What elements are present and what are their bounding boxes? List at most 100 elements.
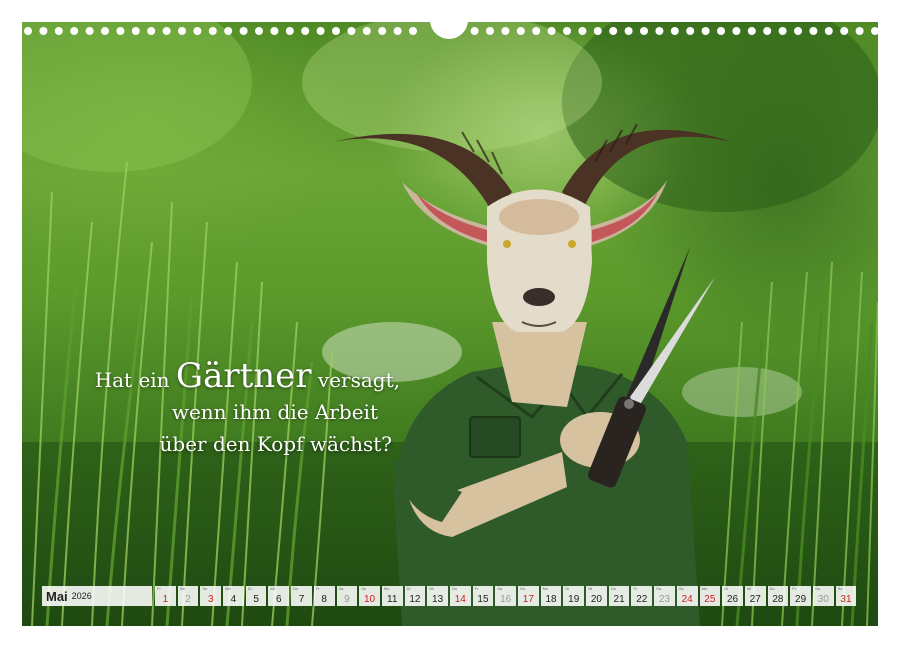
year-label: 2026 <box>72 591 92 601</box>
binding-hole <box>717 27 725 35</box>
day-number: 20 <box>586 594 607 605</box>
binding-hole <box>840 27 848 35</box>
calendar-day: Sa16 <box>495 586 516 606</box>
calendar-day: Fr 8 <box>314 586 335 606</box>
day-of-week: So <box>202 586 207 591</box>
day-of-week: Fr <box>792 586 796 591</box>
day-of-week: Sa <box>497 586 502 591</box>
spiral-binding-holes <box>0 20 899 42</box>
day-of-week: Fr <box>316 586 320 591</box>
binding-hole <box>70 27 78 35</box>
binding-hole <box>594 27 602 35</box>
day-number: 8 <box>314 594 335 605</box>
binding-hole <box>347 27 355 35</box>
month-label: Mai 2026 <box>42 586 152 606</box>
day-of-week: So <box>679 586 684 591</box>
day-of-week: Mi <box>747 586 751 591</box>
day-number: 22 <box>631 594 652 605</box>
calendar-day: Fr 29 <box>790 586 811 606</box>
calendar-day: Mo4 <box>223 586 244 606</box>
binding-hole <box>486 27 494 35</box>
day-number: 25 <box>700 594 721 605</box>
day-number: 12 <box>405 594 426 605</box>
binding-hole <box>825 27 833 35</box>
quote-word-highlight: Gärtner <box>176 356 312 396</box>
calendar-day: Mi27 <box>745 586 766 606</box>
day-of-week: Sa <box>339 586 344 591</box>
binding-hole <box>501 27 509 35</box>
quote-text: Hat ein Gärtner versagt, wenn ihm die Ar… <box>40 360 400 460</box>
binding-hole <box>270 27 278 35</box>
calendar-day: So31 <box>836 586 857 606</box>
day-number: 24 <box>677 594 698 605</box>
day-of-week: So <box>361 586 366 591</box>
day-number: 3 <box>200 594 221 605</box>
binding-hole <box>116 27 124 35</box>
day-of-week: Do <box>611 586 616 591</box>
calendar-day: Di5 <box>246 586 267 606</box>
quote-word-post: versagt, <box>318 368 400 392</box>
binding-hole <box>563 27 571 35</box>
binding-hole <box>147 27 155 35</box>
binding-hole <box>732 27 740 35</box>
day-of-week: Di <box>724 586 728 591</box>
binding-hole <box>255 27 263 35</box>
day-number: 6 <box>268 594 289 605</box>
binding-hole <box>178 27 186 35</box>
day-of-week: Mi <box>429 586 433 591</box>
day-number: 7 <box>291 594 312 605</box>
day-of-week: Sa <box>180 586 185 591</box>
day-of-week: Mo <box>384 586 390 591</box>
calendar-day: Mi6 <box>268 586 289 606</box>
binding-hole <box>748 27 756 35</box>
calendar-day: Fr22 <box>631 586 652 606</box>
day-number: 30 <box>813 594 834 605</box>
calendar-day: Do7 <box>291 586 312 606</box>
binding-hole <box>609 27 617 35</box>
calendar-day: Sa23 <box>654 586 675 606</box>
binding-hole <box>655 27 663 35</box>
day-number: 5 <box>246 594 267 605</box>
binding-hole <box>779 27 787 35</box>
day-number: 26 <box>722 594 743 605</box>
binding-hole <box>286 27 294 35</box>
quote-line-2: wenn ihm die Arbeit <box>40 396 400 428</box>
calendar-day: So 3 <box>200 586 221 606</box>
calendar-page: Hat ein Gärtner versagt, wenn ihm die Ar… <box>22 22 878 626</box>
calendar-day: So 10 <box>359 586 380 606</box>
calendar-day: Mo 25 <box>700 586 721 606</box>
day-of-week: Di <box>565 586 569 591</box>
day-number: 29 <box>790 594 811 605</box>
binding-hole <box>702 27 710 35</box>
day-of-week: Sa <box>815 586 820 591</box>
calendar-day: So 24 <box>677 586 698 606</box>
binding-hole <box>301 27 309 35</box>
day-cells: Fr1Sa2So3Mo4Di5Mi6Do7Fr8Sa9So10Mo11Di12M… <box>155 586 856 606</box>
calendar-day: Sa 2 <box>178 586 199 606</box>
binding-hole <box>55 27 63 35</box>
binding-hole <box>517 27 525 35</box>
binding-hole <box>532 27 540 35</box>
day-of-week: Mo <box>702 586 708 591</box>
day-of-week: Mo <box>225 586 231 591</box>
binding-hole <box>163 27 171 35</box>
day-number: 31 <box>836 594 857 605</box>
binding-hole <box>809 27 817 35</box>
calendar-day: Mi13 <box>427 586 448 606</box>
day-of-week: Sa <box>656 586 661 591</box>
day-number: 10 <box>359 594 380 605</box>
quote-word-pre: Hat ein <box>95 368 170 392</box>
day-number: 2 <box>178 594 199 605</box>
calendar-day: Sa9 <box>337 586 358 606</box>
day-of-week: Fr <box>157 586 161 591</box>
binding-hole <box>224 27 232 35</box>
binding-hole <box>86 27 94 35</box>
binding-hole <box>39 27 47 35</box>
day-number: 28 <box>768 594 789 605</box>
day-of-week: So <box>520 586 525 591</box>
calendar-day: Di19 <box>563 586 584 606</box>
hanger-cutout <box>430 20 468 39</box>
calendar-day: Do14 <box>450 586 471 606</box>
binding-hole <box>193 27 201 35</box>
binding-hole <box>240 27 248 35</box>
